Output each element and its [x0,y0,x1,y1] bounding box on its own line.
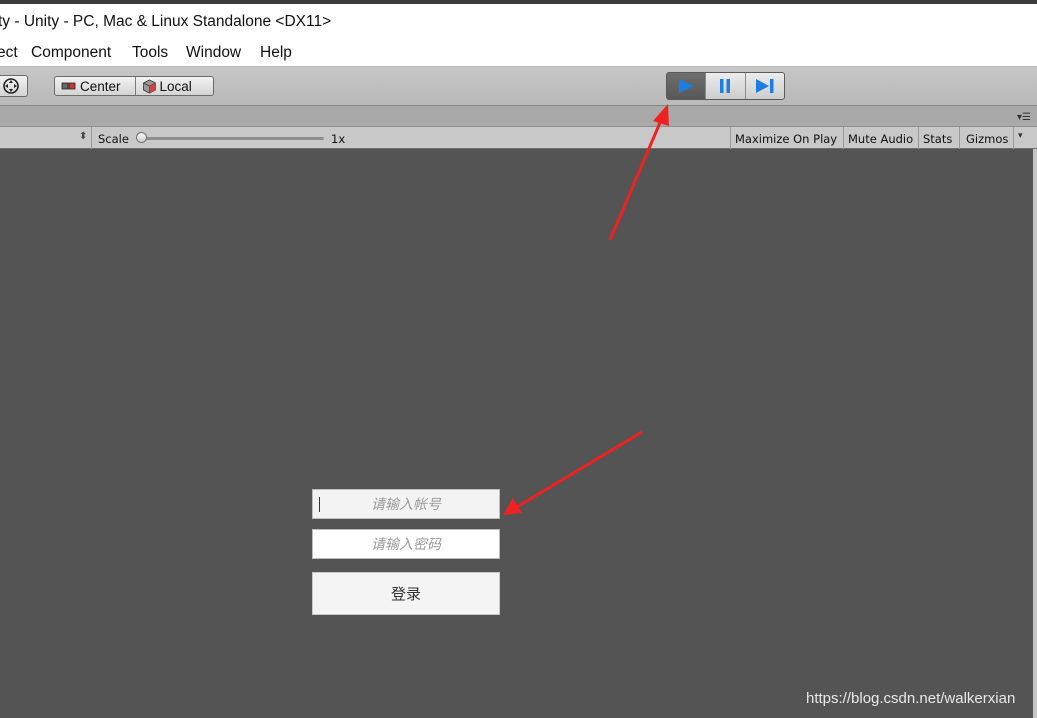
annotation-arrow-input [503,430,643,515]
annotation-arrow-play [608,104,669,241]
annotation-arrows [503,104,669,515]
